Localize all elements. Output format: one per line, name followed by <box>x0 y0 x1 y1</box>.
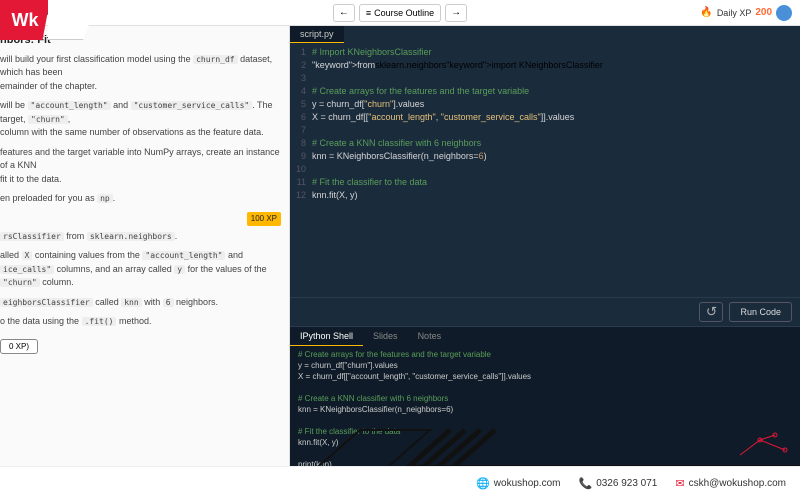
brand-logo: Wk <box>0 0 50 40</box>
shell-tab-slides[interactable]: Slides <box>363 327 408 346</box>
shell-tab-notes[interactable]: Notes <box>408 327 452 346</box>
xp-reward: 100 XP <box>247 212 281 226</box>
outline-label: Course Outline <box>374 8 434 18</box>
fire-icon: 🔥 <box>700 7 712 18</box>
xp-value: 200 <box>755 7 772 18</box>
ipython-shell[interactable]: # Create arrays for the features and the… <box>290 346 800 466</box>
footer-contact: 🌐 wokushop.com 📞 0326 923 071 ✉ cskh@wokush… <box>0 466 800 500</box>
reset-button[interactable]: ↺ <box>699 302 723 322</box>
email: cskh@wokushop.com <box>689 478 786 489</box>
shell-tabs: IPython ShellSlidesNotes <box>290 326 800 346</box>
course-outline-button[interactable]: ≡ Course Outline <box>359 4 441 22</box>
mail-icon: ✉ <box>675 477 684 490</box>
top-bar: g with scikit-learn ← ≡ Course Outline →… <box>0 0 800 26</box>
xp-label: Daily XP <box>717 8 752 18</box>
undo-icon: ↺ <box>706 304 717 320</box>
prev-button[interactable]: ← <box>333 4 355 22</box>
next-button[interactable]: → <box>445 4 467 22</box>
website: wokushop.com <box>494 478 561 489</box>
list-icon: ≡ <box>366 8 371 18</box>
instructions-panel: hbors: Fit will build your first classif… <box>0 26 290 466</box>
avatar[interactable] <box>776 5 792 21</box>
shell-tab-ipython-shell[interactable]: IPython Shell <box>290 327 363 346</box>
phone-icon: 📞 <box>578 477 592 490</box>
editor-tab[interactable]: script.py <box>290 26 344 43</box>
run-code-button[interactable]: Run Code <box>729 302 792 322</box>
hint-button[interactable]: 0 XP) <box>0 339 38 354</box>
code-editor[interactable]: 1# Import KNeighborsClassifier2"keyword"… <box>290 43 800 297</box>
phone: 0326 923 071 <box>596 478 657 489</box>
globe-icon: 🌐 <box>476 477 490 490</box>
